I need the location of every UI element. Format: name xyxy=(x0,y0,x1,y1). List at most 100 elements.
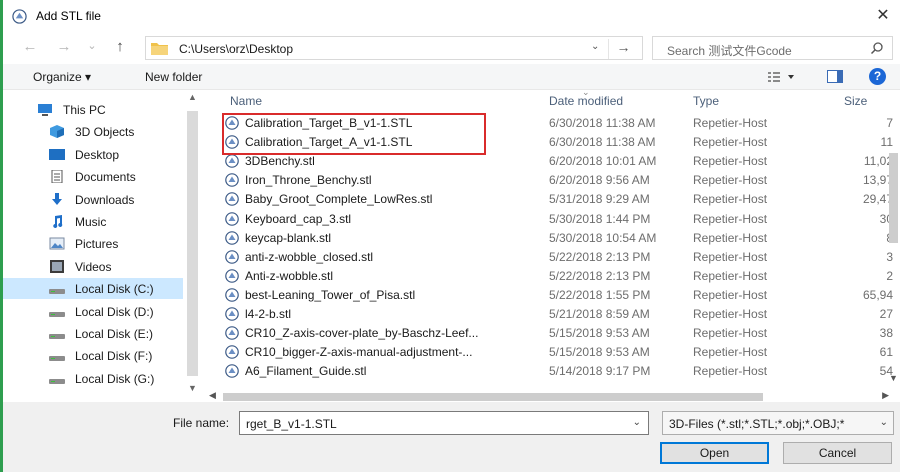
sidebar-item-label: Music xyxy=(75,215,107,229)
sidebar-item[interactable]: Videos xyxy=(3,256,183,277)
sidebar-item[interactable]: Local Disk (D:) xyxy=(3,301,183,322)
downloads-icon xyxy=(49,192,65,206)
nav-scrollbar[interactable]: ▲ ▼ xyxy=(184,91,201,398)
file-name: CR10_Z-axis-cover-plate_by-Baschz-Leef..… xyxy=(245,326,479,341)
up-arrow-icon[interactable]: ↑ xyxy=(111,38,129,55)
file-date: 5/15/2018 9:53 AM xyxy=(549,326,650,341)
file-name: CR10_bigger-Z-axis-manual-adjustment-... xyxy=(245,345,473,360)
stl-file-icon xyxy=(225,230,239,245)
column-header-date[interactable]: Date modified xyxy=(549,94,623,108)
chevron-down-icon[interactable]: ⌄ xyxy=(633,417,641,428)
command-toolbar: Organize ▾ New folder ? xyxy=(3,64,900,90)
sidebar-item-label: Pictures xyxy=(75,237,119,252)
chevron-down-icon[interactable]: ⌄ xyxy=(880,417,888,428)
view-options-icon[interactable] xyxy=(766,68,810,86)
file-type: Repetier-Host xyxy=(693,287,768,302)
recent-locations-icon[interactable]: ⌄ xyxy=(83,39,101,52)
title-bar: Add STL file ✕ xyxy=(3,0,900,32)
file-list-scrollbar[interactable]: ▼ xyxy=(887,115,900,385)
file-size: 13,97 xyxy=(862,173,893,188)
column-header-size[interactable]: Size xyxy=(844,94,867,108)
scroll-down-icon[interactable]: ▼ xyxy=(188,383,197,393)
preview-pane-icon[interactable] xyxy=(827,70,843,83)
file-size: 38 xyxy=(879,326,893,341)
file-scroll-thumb[interactable] xyxy=(889,153,898,243)
horizontal-scroll-thumb[interactable] xyxy=(223,393,763,401)
file-row[interactable]: CR10_bigger-Z-axis-manual-adjustment-...… xyxy=(217,342,893,362)
file-date: 5/22/2018 1:55 PM xyxy=(549,287,651,302)
sidebar-item[interactable]: Downloads xyxy=(3,189,183,210)
close-icon[interactable]: ✕ xyxy=(874,5,892,25)
scroll-right-icon[interactable]: ▶ xyxy=(882,390,889,401)
nav-scroll-thumb[interactable] xyxy=(187,111,198,376)
sidebar-item-label: Downloads xyxy=(75,192,135,207)
file-row[interactable]: l4-2-b.stl 5/21/2018 8:59 AM Repetier-Host… xyxy=(217,304,893,324)
file-name: 3DBenchy.stl xyxy=(245,154,315,169)
file-date: 5/30/2018 10:54 AM xyxy=(549,230,657,245)
file-date: 5/22/2018 2:13 PM xyxy=(549,249,651,264)
search-input[interactable]: Search 测试文件Gcode xyxy=(652,36,893,60)
sidebar-item[interactable]: Desktop xyxy=(3,144,183,165)
file-type: Repetier-Host xyxy=(693,326,768,341)
file-size: 11,02 xyxy=(863,154,893,169)
sidebar-item[interactable]: Local Disk (C:) xyxy=(3,278,183,300)
file-list: ⌄ Name Date modified Type Size Calibrati… xyxy=(203,91,900,398)
file-row[interactable]: Baby_Groot_Complete_LowRes.stl 5/31/2018 … xyxy=(217,189,893,209)
organize-button[interactable]: Organize ▾ xyxy=(33,70,91,84)
sidebar-item[interactable]: 3D Objects xyxy=(3,121,183,142)
forward-arrow-icon[interactable]: → xyxy=(55,38,73,55)
sidebar-item-label: Local Disk (D:) xyxy=(75,304,154,319)
pc-icon xyxy=(37,103,53,116)
chevron-down-icon[interactable]: ⌄ xyxy=(591,41,599,52)
file-type: Repetier-Host xyxy=(693,268,768,283)
file-name-input[interactable]: rget_B_v1-1.STL ⌄ xyxy=(239,411,649,435)
file-row[interactable]: CR10_Z-axis-cover-plate_by-Baschz-Leef..… xyxy=(217,323,893,343)
search-icon[interactable] xyxy=(870,41,884,55)
sidebar-item[interactable]: Local Disk (G:) xyxy=(3,368,183,389)
sidebar-item[interactable]: This PC xyxy=(3,99,183,120)
stl-file-icon xyxy=(225,326,239,340)
file-row[interactable]: Iron_Throne_Benchy.stl 6/20/2018 9:56 AM R… xyxy=(217,170,893,190)
file-name: l4-2-b.stl xyxy=(245,307,292,321)
file-type-filter[interactable]: 3D-Files (*.stl;*.STL;*.obj;*.OBJ;* ⌄ xyxy=(662,411,894,435)
sidebar-item-label: Documents xyxy=(75,170,136,185)
file-type: Repetier-Host xyxy=(693,135,768,150)
sidebar-item[interactable]: Documents xyxy=(3,166,183,187)
new-folder-button[interactable]: New folder xyxy=(145,70,202,84)
open-button[interactable]: Open xyxy=(660,442,769,464)
sidebar-item[interactable]: Music xyxy=(3,211,183,232)
scroll-left-icon[interactable]: ◀ xyxy=(209,390,216,401)
file-row[interactable]: A6_Filament_Guide.stl 5/14/2018 9:17 PM Re… xyxy=(217,361,893,381)
file-date: 5/30/2018 1:44 PM xyxy=(549,211,651,226)
file-type: Repetier-Host xyxy=(693,364,768,379)
sidebar-item-label: 3D Objects xyxy=(75,125,135,140)
file-date: 5/21/2018 8:59 AM xyxy=(549,307,650,321)
stl-file-icon xyxy=(225,154,239,168)
file-name: best-Leaning_Tower_of_Pisa.stl xyxy=(245,287,416,302)
file-row[interactable]: Keyboard_cap_3.stl 5/30/2018 1:44 PM Repet… xyxy=(217,209,893,229)
address-path: C:\Users\orz\Desktop xyxy=(179,42,294,56)
go-arrow-icon[interactable]: → xyxy=(608,39,638,59)
sidebar-item[interactable]: Pictures xyxy=(3,233,183,254)
scroll-up-icon[interactable]: ▲ xyxy=(188,92,197,102)
sidebar-item[interactable]: Local Disk (F:) xyxy=(3,345,183,366)
file-name: Keyboard_cap_3.stl xyxy=(245,211,352,226)
address-bar[interactable]: C:\Users\orz\Desktop ⌄ → xyxy=(145,36,643,60)
column-header-name[interactable]: Name xyxy=(230,94,262,108)
scroll-down-icon[interactable]: ▼ xyxy=(889,373,898,383)
file-row[interactable]: best-Leaning_Tower_of_Pisa.stl 5/22/2018 … xyxy=(217,285,893,305)
sidebar-item[interactable]: Local Disk (E:) xyxy=(3,323,183,344)
back-arrow-icon[interactable]: ← xyxy=(21,38,39,55)
cancel-button[interactable]: Cancel xyxy=(783,442,892,464)
file-name: Baby_Groot_Complete_LowRes.stl xyxy=(245,192,433,207)
file-name: Iron_Throne_Benchy.stl xyxy=(245,173,372,188)
file-row[interactable]: Anti-z-wobble.stl 5/22/2018 2:13 PM Repeti… xyxy=(217,266,893,286)
file-row[interactable]: keycap-blank.stl 5/30/2018 10:54 AM Repeti… xyxy=(217,228,893,248)
drive-icon xyxy=(49,327,65,340)
help-icon[interactable]: ? xyxy=(869,68,886,85)
red-highlight-box xyxy=(222,113,486,155)
column-header-type[interactable]: Type xyxy=(693,94,719,108)
file-type: Repetier-Host xyxy=(693,173,768,188)
stl-file-icon xyxy=(225,268,239,283)
file-row[interactable]: anti-z-wobble_closed.stl 5/22/2018 2:13 P… xyxy=(217,247,893,267)
